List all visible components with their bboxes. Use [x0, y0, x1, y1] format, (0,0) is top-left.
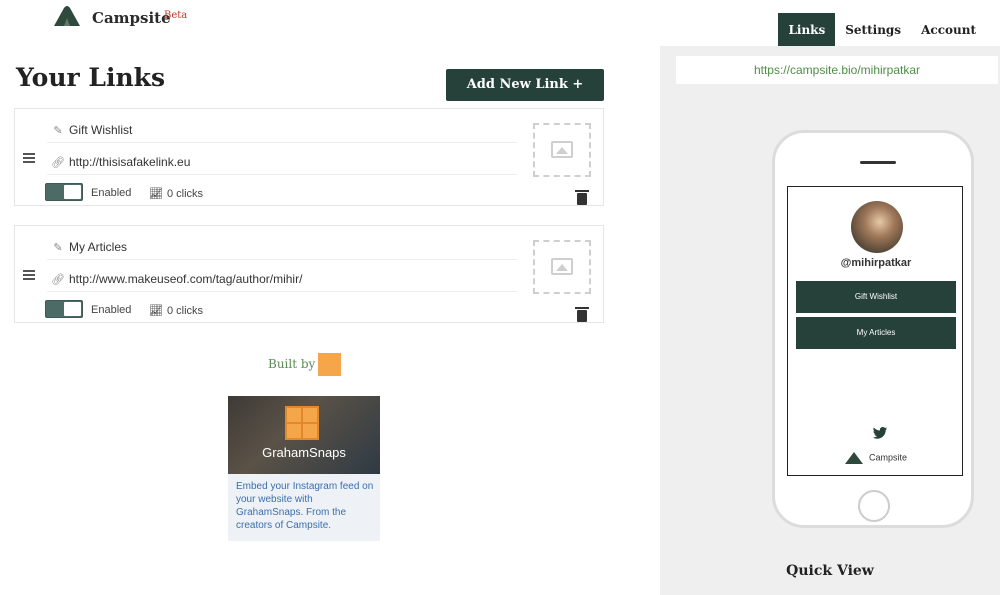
phone-home-button: [858, 490, 890, 522]
image-icon: [551, 258, 573, 275]
enabled-label: Enabled: [91, 304, 132, 316]
link-title-value: My Articles: [69, 240, 128, 254]
builder-logo-icon[interactable]: [318, 353, 341, 376]
profile-url[interactable]: https://campsite.bio/mihirpatkar: [676, 56, 998, 84]
link-title-field[interactable]: ✎ Gift Wishlist: [47, 117, 517, 143]
pencil-icon: ✎: [53, 242, 63, 254]
twitter-icon[interactable]: [868, 427, 892, 439]
clicks-count: 📈︎ 0 clicks: [149, 304, 203, 317]
link-url-field[interactable]: 🔗︎ http://www.makeuseof.com/tag/author/mi…: [47, 266, 517, 292]
image-icon: [551, 141, 573, 158]
link-url-field[interactable]: 🔗︎ http://thisisafakelink.eu: [47, 149, 517, 175]
main-nav: Links Settings Account: [778, 13, 986, 47]
profile-username: @mihirpatkar: [840, 257, 912, 269]
enabled-toggle[interactable]: [45, 183, 83, 201]
phone-speaker: [860, 161, 896, 164]
phone-screen: @mihirpatkar Gift Wishlist My Articles C…: [787, 186, 963, 476]
grahamsnaps-promo[interactable]: GrahamSnaps Embed your Instagram feed on…: [228, 396, 380, 541]
phone-mockup: @mihirpatkar Gift Wishlist My Articles C…: [772, 130, 974, 528]
clicks-value: 0 clicks: [166, 188, 204, 200]
enabled-label: Enabled: [91, 187, 132, 199]
link-card: ✎ Gift Wishlist 🔗︎ http://thisisafakelink.…: [14, 108, 604, 206]
chart-line-icon: 📈︎: [149, 305, 163, 317]
promo-description[interactable]: Embed your Instagram feed on your websit…: [236, 480, 376, 532]
grahamsnaps-logo-icon: [285, 406, 319, 440]
preview-footer-brand: Campsite: [868, 452, 907, 463]
toggle-knob: [64, 302, 81, 316]
tent-logo-icon[interactable]: [52, 4, 82, 28]
clicks-value: 0 clicks: [166, 305, 204, 317]
link-url-value: http://thisisafakelink.eu: [69, 155, 191, 169]
built-by-label: Built by: [268, 357, 316, 371]
avatar: [851, 201, 903, 253]
trash-icon[interactable]: [575, 190, 589, 205]
beta-badge: Beta: [164, 10, 188, 21]
link-card: ✎ My Articles 🔗︎ http://www.makeuseof.com/…: [14, 225, 604, 323]
page-title: Your Links: [16, 63, 166, 92]
nav-settings[interactable]: Settings: [835, 13, 911, 47]
preview-footer: Campsite: [788, 452, 964, 464]
add-new-link-button[interactable]: Add New Link +: [446, 69, 604, 101]
image-mountain: [556, 264, 568, 271]
link-title-field[interactable]: ✎ My Articles: [47, 234, 517, 260]
nav-account[interactable]: Account: [911, 13, 986, 47]
brand-name[interactable]: Campsite: [92, 9, 171, 27]
tent-icon: [844, 452, 863, 464]
quick-view-caption: Quick View: [786, 563, 874, 579]
enabled-toggle[interactable]: [45, 300, 83, 318]
pencil-icon: ✎: [53, 125, 63, 137]
chart-line-icon: 📈︎: [149, 188, 163, 200]
preview-link-button[interactable]: Gift Wishlist: [796, 281, 956, 313]
image-mountain: [556, 147, 568, 154]
trash-icon[interactable]: [575, 307, 589, 322]
preview-link-button[interactable]: My Articles: [796, 317, 956, 349]
image-upload-placeholder[interactable]: [533, 240, 591, 294]
link-url-value: http://www.makeuseof.com/tag/author/mihi…: [69, 272, 303, 286]
drag-handle-icon[interactable]: [23, 270, 35, 280]
link-title-value: Gift Wishlist: [69, 123, 133, 137]
image-upload-placeholder[interactable]: [533, 123, 591, 177]
header: Campsite Beta Links Settings Account: [0, 0, 1000, 47]
clicks-count: 📈︎ 0 clicks: [149, 187, 203, 200]
drag-handle-icon[interactable]: [23, 153, 35, 163]
link-icon: 🔗︎: [51, 274, 65, 286]
toggle-knob: [64, 185, 81, 199]
nav-links[interactable]: Links: [778, 13, 836, 47]
link-icon: 🔗︎: [51, 157, 65, 169]
promo-name: GrahamSnaps: [262, 445, 346, 460]
